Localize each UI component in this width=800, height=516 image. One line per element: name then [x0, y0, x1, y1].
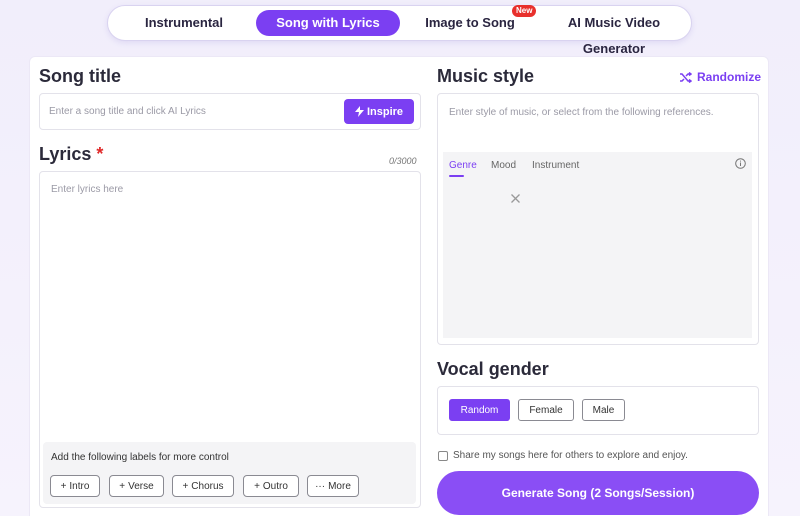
close-icon[interactable] — [510, 193, 521, 204]
song-title-heading: Song title — [39, 66, 121, 86]
plus-icon: + — [60, 480, 67, 492]
chip-label: Outro — [262, 480, 288, 492]
lyrics-placeholder: Enter lyrics here — [51, 184, 124, 195]
subtab-genre[interactable]: Genre — [449, 160, 477, 171]
more-icon: ··· — [315, 480, 326, 492]
plus-icon: + — [254, 480, 260, 492]
more-chip[interactable]: ··· More — [307, 475, 359, 497]
chorus-chip[interactable]: + Chorus — [172, 475, 234, 497]
lyrics-char-counter: 0/3000 — [389, 156, 417, 166]
gender-female-button[interactable]: Female — [518, 399, 574, 421]
music-style-placeholder: Enter style of music, or select from the… — [449, 107, 714, 118]
subtab-mood[interactable]: Mood — [491, 160, 516, 171]
vocal-gender-heading: Vocal gender — [437, 359, 549, 379]
verse-chip[interactable]: + Verse — [109, 475, 164, 497]
plus-icon: + — [119, 480, 126, 492]
chip-label: Verse — [128, 480, 154, 492]
info-icon[interactable] — [735, 158, 746, 169]
gender-male-button[interactable]: Male — [582, 399, 625, 421]
tab-song-with-lyrics[interactable]: Song with Lyrics — [256, 10, 400, 36]
share-checkbox[interactable] — [438, 450, 448, 461]
required-mark: * — [96, 144, 104, 164]
gender-random-button[interactable]: Random — [449, 399, 510, 421]
intro-chip[interactable]: + Intro — [50, 475, 100, 497]
chip-label: Intro — [69, 480, 90, 492]
lightning-icon — [354, 106, 364, 117]
randomize-label: Randomize — [697, 70, 762, 84]
chip-label: More — [328, 480, 351, 492]
music-style-heading: Music style — [437, 66, 535, 86]
share-label: Share my songs here for others to explor… — [453, 450, 688, 461]
tab-image-to-song[interactable]: Image to Song — [418, 10, 522, 36]
lyrics-heading: Lyrics * — [39, 144, 103, 165]
tab-ai-music-video-generator[interactable]: AI Music Video Generator — [540, 10, 688, 56]
style-reference-panel — [443, 152, 752, 338]
lyrics-heading-text: Lyrics — [39, 144, 92, 164]
outro-chip[interactable]: + Outro — [243, 475, 299, 497]
subtab-underline — [449, 175, 464, 177]
tab-instrumental[interactable]: Instrumental — [122, 10, 246, 36]
new-badge: New — [512, 5, 537, 17]
shuffle-icon — [680, 71, 692, 83]
mode-tabs: Instrumental Song with Lyrics Image to S… — [107, 5, 692, 56]
randomize-button[interactable]: Randomize — [679, 70, 761, 84]
subtab-instrument[interactable]: Instrument — [532, 160, 579, 171]
labels-hint: Add the following labels for more contro… — [51, 452, 229, 463]
generate-song-button[interactable]: Generate Song (2 Songs/Session) — [437, 471, 759, 515]
inspire-label: Inspire — [366, 105, 404, 118]
chip-label: Chorus — [191, 480, 224, 492]
share-option[interactable]: Share my songs here for others to explor… — [438, 450, 688, 461]
plus-icon: + — [182, 480, 189, 492]
song-title-placeholder: Enter a song title and click AI Lyrics — [49, 106, 206, 117]
inspire-button[interactable]: Inspire — [344, 99, 414, 124]
